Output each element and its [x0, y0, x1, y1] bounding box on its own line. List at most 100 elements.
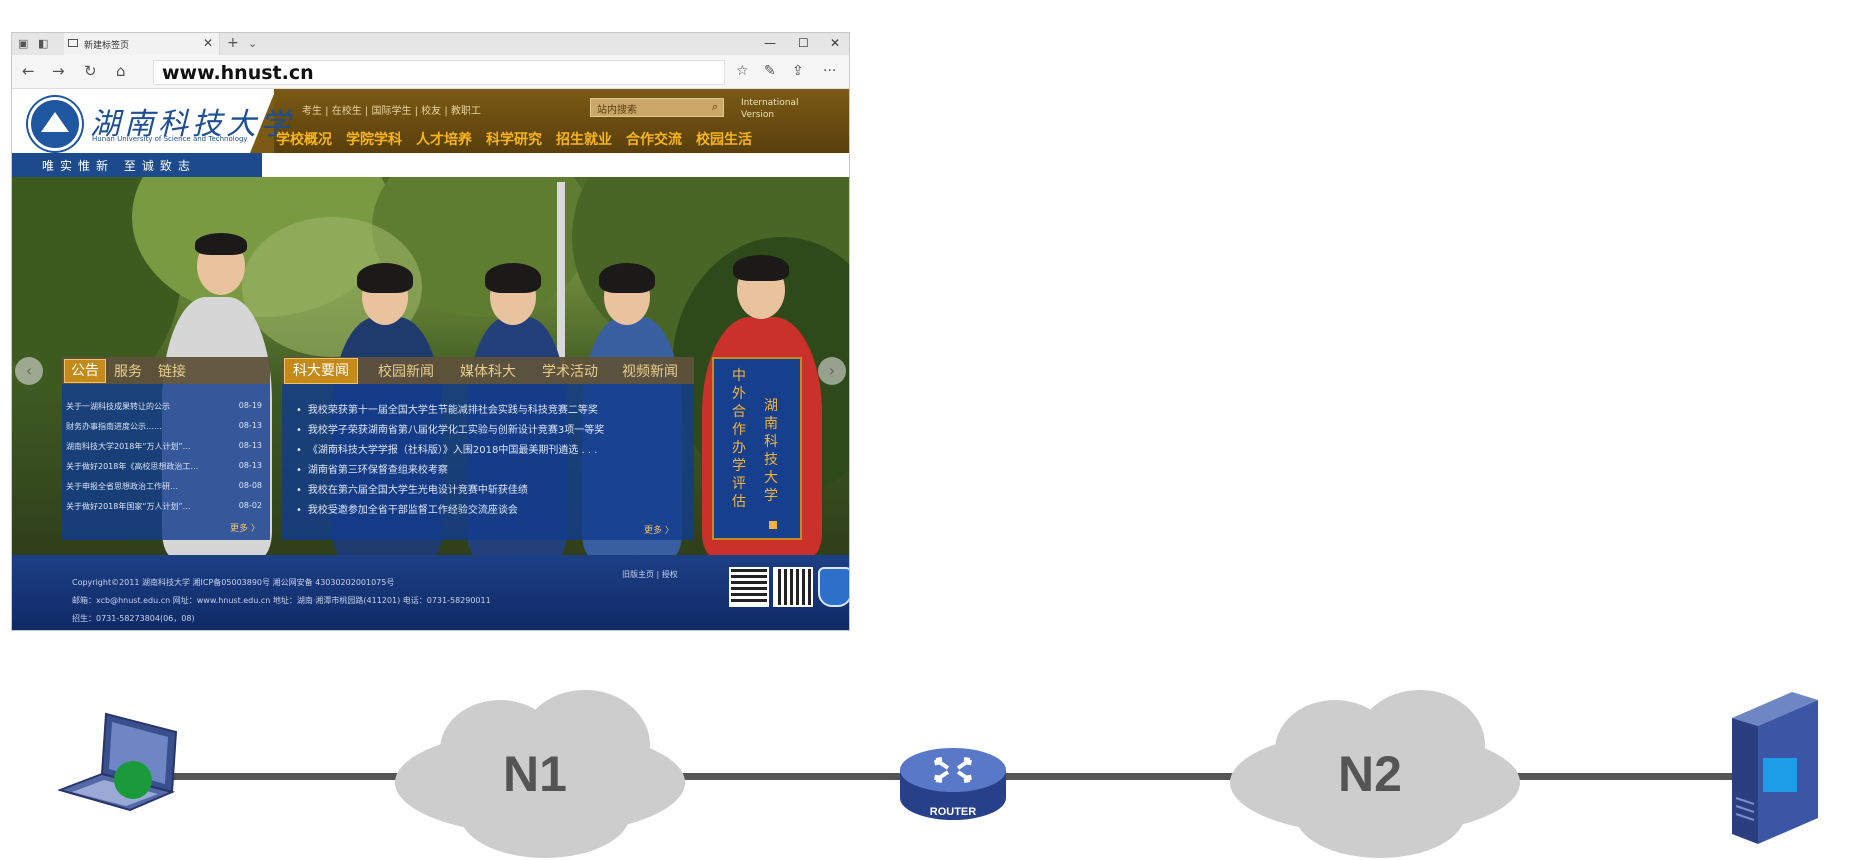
motto-text: 唯实惟新 至诚致志: [42, 159, 196, 173]
tab-actions-icon[interactable]: ▣: [18, 37, 28, 50]
router-icon: ROUTER: [900, 748, 1006, 820]
more-icon[interactable]: ···: [823, 63, 836, 79]
address-bar[interactable]: www.hnust.cn: [153, 60, 725, 85]
international-version-link[interactable]: International Version: [741, 97, 811, 121]
footer-contact: 邮箱：xcb@hnust.edu.cn 网址：www.hnust.edu.cn …: [72, 596, 491, 605]
news-panel: 科大要闻 校园新闻 媒体科大 学术活动 视频新闻 我校荣获第十一届全国大学生节能…: [282, 357, 694, 540]
browser-window: ▣ ◧ 新建标签页 ✕ + ⌄ — ☐ ✕ ← → ↻ ⌂ www.hnust.…: [11, 32, 850, 631]
tab-academic[interactable]: 学术活动: [542, 361, 598, 381]
notice-date: 08-08: [238, 481, 262, 490]
cloud-n1-label: N1: [503, 746, 567, 802]
search-icon[interactable]: ⌕: [712, 100, 718, 114]
news-item[interactable]: 我校受邀参加全省干部监督工作经验交流座谈会: [296, 501, 518, 516]
tab-service[interactable]: 服务: [114, 361, 142, 381]
notice-date: 08-19: [238, 401, 262, 410]
notice-date: 08-13: [238, 441, 262, 450]
site-header: 湖南科技大学 Hunan University of Science and T…: [12, 89, 849, 153]
news-more-link[interactable]: 更多 〉: [644, 523, 674, 536]
router-label: ROUTER: [930, 806, 977, 818]
footer-admissions: 招生：0731-58273804(06，08): [72, 614, 195, 623]
share-icon[interactable]: ⇪: [792, 63, 804, 79]
nav-item[interactable]: 合作交流: [626, 132, 682, 148]
banner-text-evaluation: 中外合作办学评估: [732, 368, 746, 510]
tab-close-icon[interactable]: ✕: [203, 36, 213, 50]
maximize-icon[interactable]: ☐: [798, 36, 809, 50]
tab-menu-icon[interactable]: ⌄: [248, 37, 257, 50]
new-tab-icon[interactable]: +: [227, 35, 239, 51]
list-item[interactable]: 关于做好2018年《高校思想政治工… 08-13: [66, 461, 266, 472]
list-item[interactable]: 关于一湖科技成果转让的公示 08-19: [66, 401, 266, 412]
site-search[interactable]: 站内搜索 ⌕: [590, 98, 724, 117]
security-badge-icon[interactable]: [818, 567, 849, 607]
nav-item[interactable]: 科学研究: [486, 132, 542, 148]
person-hair: [195, 233, 247, 255]
person-hair: [485, 263, 541, 293]
list-item[interactable]: 财务办事指南进度公示…… 08-13: [66, 421, 266, 432]
notice-panel: 公告 服务 链接 关于一湖科技成果转让的公示 08-19 财务办事指南进度公示………: [62, 357, 270, 540]
list-item[interactable]: 湖南科技大学2018年“万人计划”… 08-13: [66, 441, 266, 452]
website-content: 湖南科技大学 Hunan University of Science and T…: [12, 89, 849, 630]
tab-bar: ▣ ◧ 新建标签页 ✕ + ⌄ — ☐ ✕: [12, 33, 849, 55]
news-item[interactable]: 《湖南科技大学学报（社科版）》入围2018中国最美期刊遴选 . . .: [296, 441, 598, 456]
site-name-en: Hunan University of Science and Technolo…: [92, 135, 248, 143]
banner-square: [769, 521, 777, 529]
university-logo[interactable]: [28, 97, 82, 151]
news-item[interactable]: 我校学子荣获湖南省第八届化学化工实验与创新设计竞赛3项一等奖: [296, 421, 604, 436]
tab-campus-news[interactable]: 校园新闻: [378, 361, 434, 381]
news-tabs: 科大要闻 校园新闻 媒体科大 学术活动 视频新闻: [282, 357, 694, 384]
nav-item[interactable]: 人才培养: [416, 132, 472, 148]
list-item[interactable]: 关于做好2018年国家“万人计划”… 08-02: [66, 501, 266, 512]
carousel-next-icon[interactable]: ›: [818, 357, 846, 385]
notice-title: 湖南科技大学2018年“万人计划”…: [66, 442, 191, 451]
pen-icon[interactable]: ✎: [764, 63, 776, 79]
tab-media[interactable]: 媒体科大: [460, 361, 516, 381]
list-item[interactable]: 关于申报全省思想政治工作研… 08-08: [66, 481, 266, 492]
address-text: www.hnust.cn: [162, 62, 314, 84]
cooperative-education-banner[interactable]: 湖南科技大学 中外合作办学评估: [712, 357, 802, 540]
nav-item[interactable]: 学校概况: [276, 132, 332, 148]
notice-date: 08-02: [238, 501, 262, 510]
person-hair: [599, 263, 655, 293]
close-window-icon[interactable]: ✕: [830, 36, 840, 50]
favorites-icon[interactable]: ☆: [736, 63, 749, 79]
site-footer: Copyright©2011 湖南科技大学 湘ICP备05003890号 湘公网…: [12, 555, 849, 630]
news-item[interactable]: 我校荣获第十一届全国大学生节能减排社会实践与科技竞赛二等奖: [296, 401, 598, 416]
tab-aside-icon[interactable]: ◧: [38, 37, 48, 50]
forward-icon[interactable]: →: [52, 62, 65, 80]
qr-code-icon: [729, 567, 769, 607]
navigation-bar: ← → ↻ ⌂ www.hnust.cn ☆ ✎ ⇪ ···: [12, 55, 849, 89]
tab-video-news[interactable]: 视频新闻: [622, 361, 678, 381]
minimize-icon[interactable]: —: [764, 36, 776, 50]
notice-title: 关于做好2018年《高校思想政治工…: [66, 462, 199, 471]
tab-key-news[interactable]: 科大要闻: [284, 358, 358, 384]
nav-item[interactable]: 校园生活: [696, 132, 752, 148]
person-hair: [357, 263, 413, 293]
footer-copyright: Copyright©2011 湖南科技大学 湘ICP备05003890号 湘公网…: [72, 578, 395, 587]
notice-date: 08-13: [238, 461, 262, 470]
tab-favicon-icon: [68, 39, 78, 47]
tab-notice[interactable]: 公告: [64, 359, 106, 383]
back-icon[interactable]: ←: [22, 62, 35, 80]
notice-title: 关于做好2018年国家“万人计划”…: [66, 502, 191, 511]
notice-more-link[interactable]: 更多 〉: [230, 521, 260, 534]
home-icon[interactable]: ⌂: [116, 62, 126, 80]
carousel-prev-icon[interactable]: ‹: [15, 357, 43, 385]
news-item[interactable]: 我校在第六届全国大学生光电设计竞赛中斩获佳绩: [296, 481, 528, 496]
notice-title: 关于一湖科技成果转让的公示: [66, 402, 170, 411]
top-links[interactable]: 考生 | 在校生 | 国际学生 | 校友 | 教职工: [302, 102, 481, 117]
refresh-icon[interactable]: ↻: [84, 62, 97, 80]
motto-bar: 唯实惟新 至诚致志: [12, 153, 262, 177]
browser-tab[interactable]: 新建标签页 ✕: [64, 33, 220, 55]
person-hair: [733, 255, 789, 281]
nav-item[interactable]: 学院学科: [346, 132, 402, 148]
notice-title: 关于申报全省思想政治工作研…: [66, 482, 178, 491]
footer-links[interactable]: 旧版主页 | 授权: [622, 569, 678, 580]
main-nav: 学校概况 学院学科 人才培养 科学研究 招生就业 合作交流 校园生活: [276, 129, 766, 149]
nav-item[interactable]: 招生就业: [556, 132, 612, 148]
news-item[interactable]: 湖南省第三环保督查组来校考察: [296, 461, 448, 476]
qr-code-icon: [773, 567, 813, 607]
tab-links[interactable]: 链接: [158, 361, 186, 381]
notice-date: 08-13: [238, 421, 262, 430]
banner-text-university: 湖南科技大学: [764, 398, 778, 504]
search-placeholder: 站内搜索: [597, 105, 637, 116]
